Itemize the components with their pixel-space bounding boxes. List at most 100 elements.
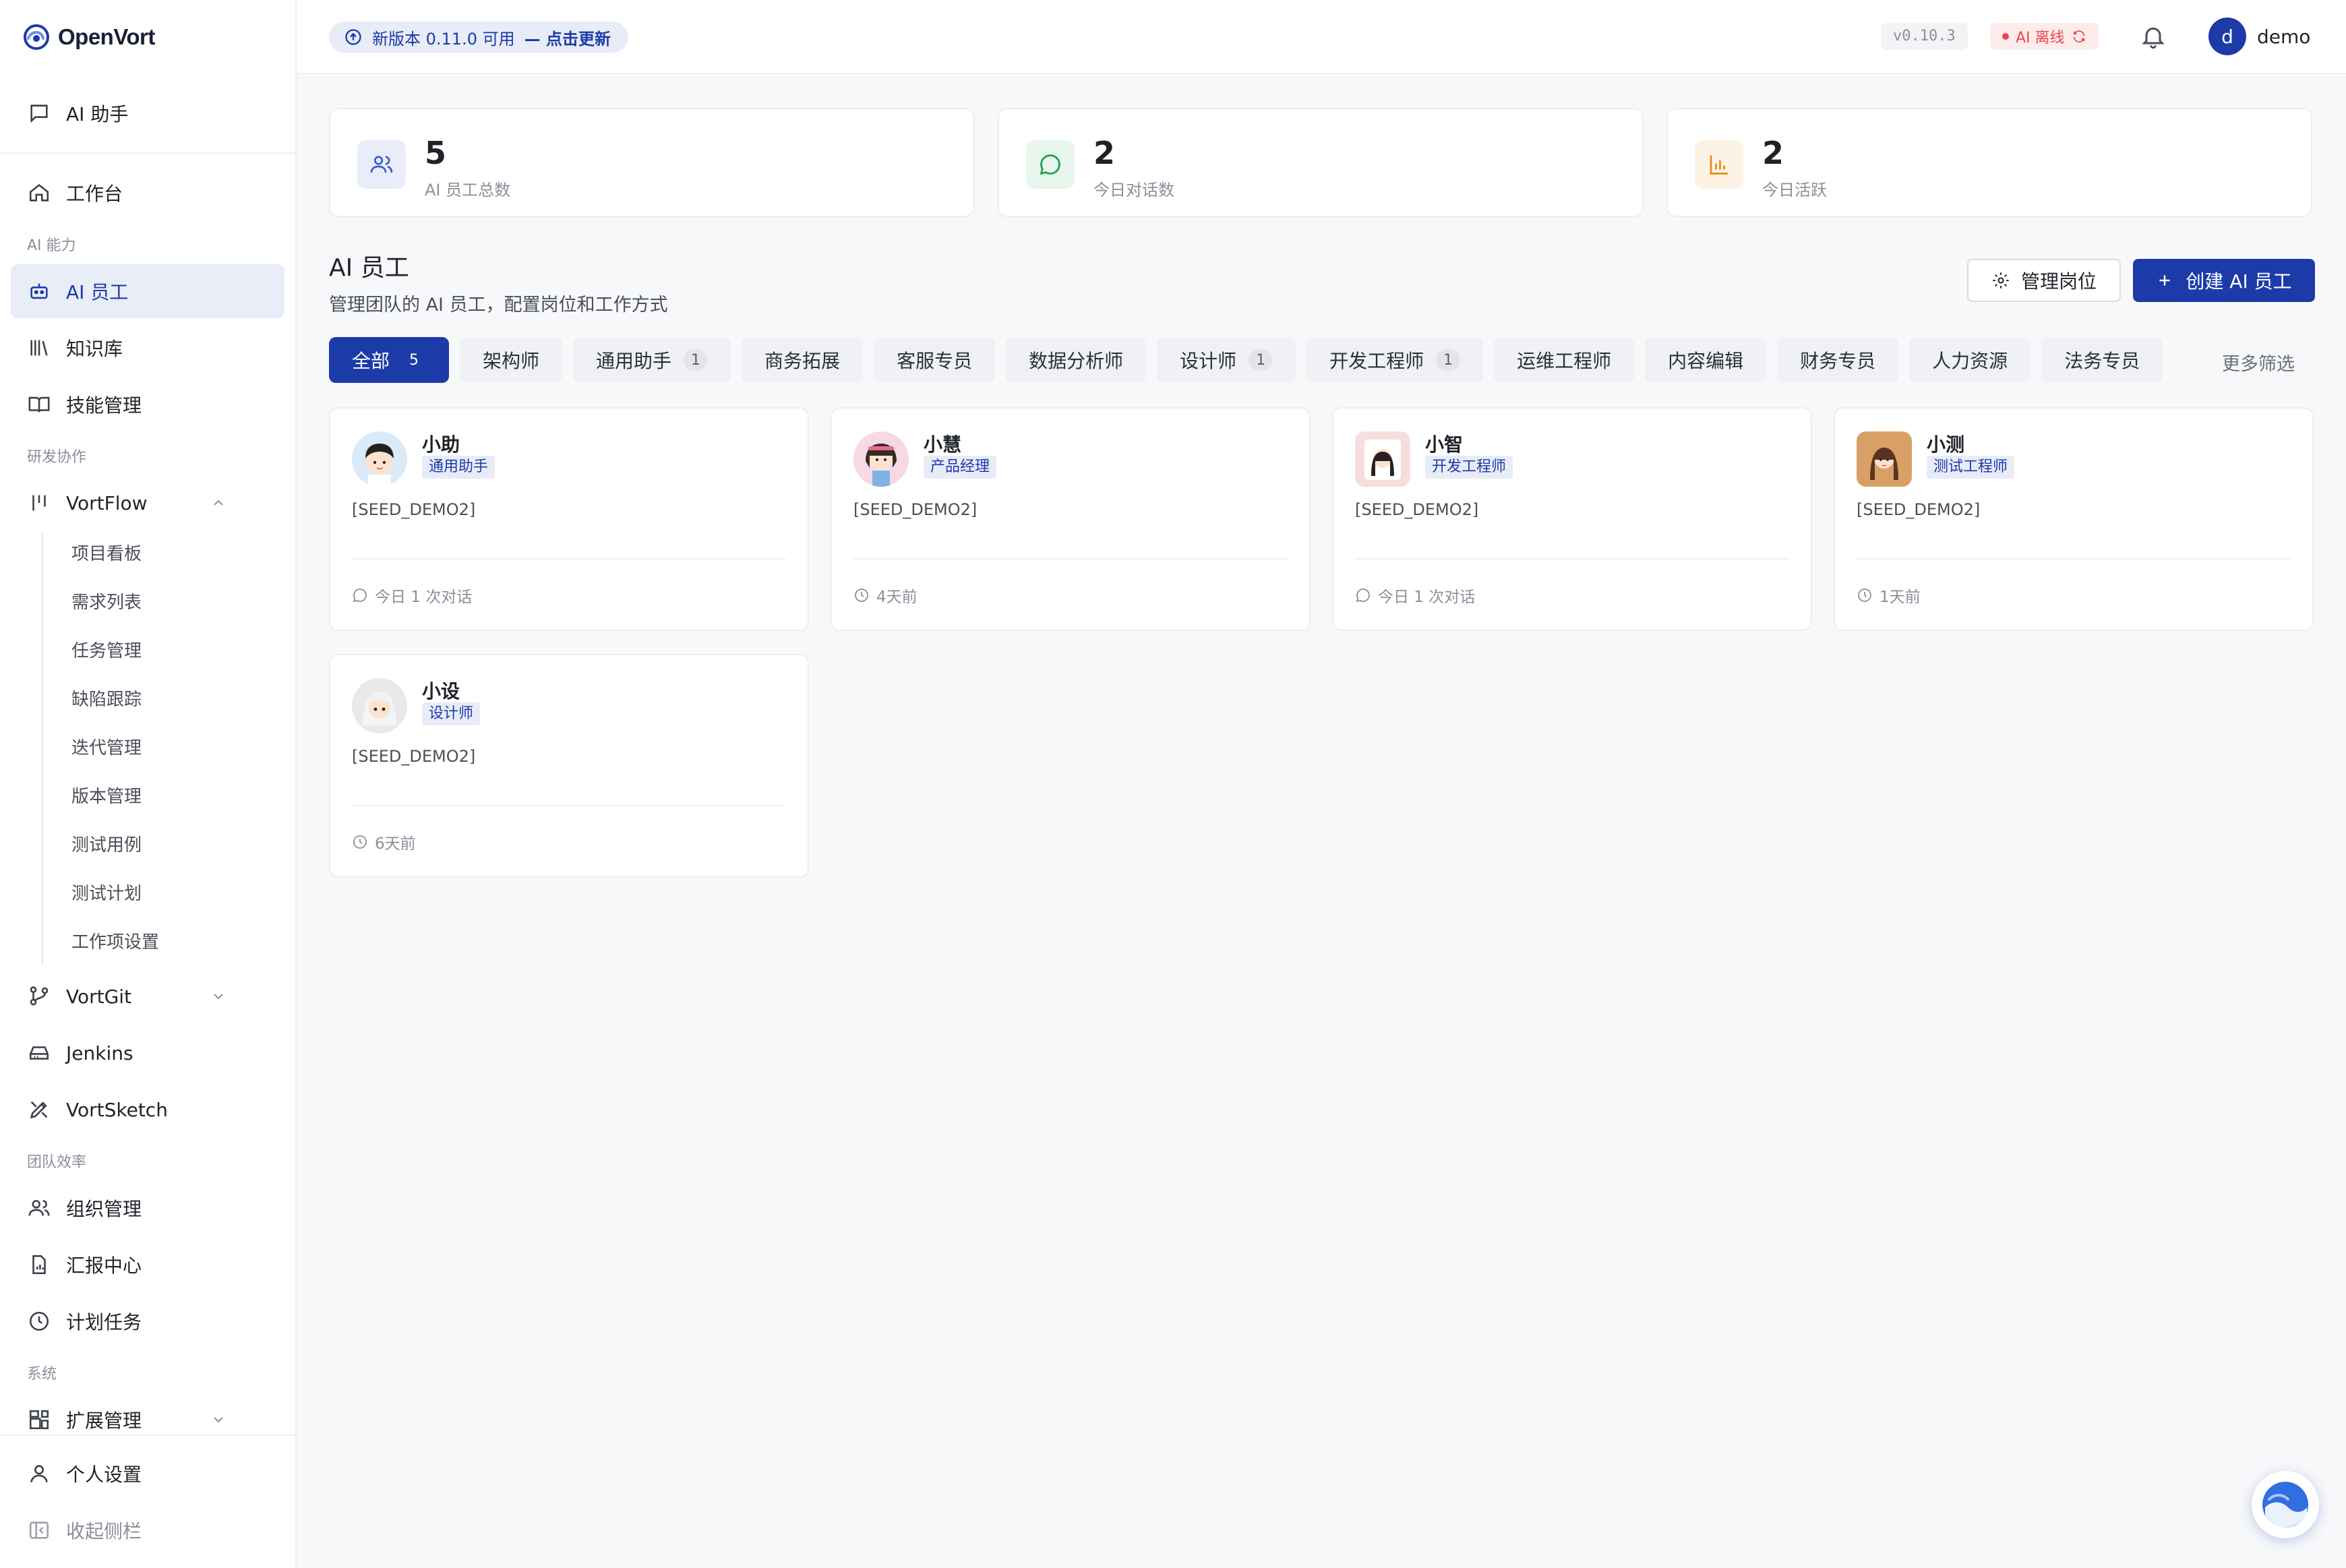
openvort-logo-icon [24, 24, 49, 50]
chip-label: 设计师 [1180, 350, 1237, 372]
employee-description: [SEED_DEMO2] [1355, 500, 1479, 519]
sidebar-item-ai-employees[interactable]: AI 员工 [11, 264, 284, 318]
group-label-ai: AI 能力 [27, 237, 76, 254]
panel-left-close-icon [27, 1518, 51, 1542]
chip-count: 1 [1436, 349, 1461, 371]
sidebar: OpenVort AI 助手 工作台 AI 能力 AI 员工 知识库 技能管理 … [0, 0, 297, 1568]
filter-chip-legal[interactable]: 法务专员 [2041, 337, 2163, 383]
employee-activity: 1天前 [1857, 584, 1921, 607]
employee-activity: 6天前 [352, 831, 416, 853]
update-link[interactable]: — 点击更新 [524, 26, 611, 49]
home-icon [27, 181, 51, 205]
button-label: 创建 AI 员工 [2186, 270, 2292, 293]
filter-chip-all[interactable]: 全部 5 [329, 337, 450, 383]
chevron-up-icon[interactable] [210, 495, 227, 511]
sidebar-subitem-test-plans[interactable]: 测试计划 [71, 880, 142, 907]
sidebar-item-ai-assistant[interactable]: AI 助手 [11, 86, 284, 140]
sidebar-item-skills[interactable]: 技能管理 [11, 378, 284, 431]
ai-status-text: AI 离线 [2016, 30, 2065, 47]
employee-card[interactable]: 小设 设计师 [SEED_DEMO2] 6天前 [329, 654, 809, 878]
filter-chip-editor[interactable]: 内容编辑 [1645, 337, 1767, 383]
brand[interactable]: OpenVort [23, 20, 155, 54]
employee-description: [SEED_DEMO2] [853, 500, 977, 519]
chevron-down-icon[interactable] [210, 1412, 227, 1428]
filter-chip-hr[interactable]: 人力资源 [1909, 337, 2031, 383]
sidebar-subitem-board[interactable]: 项目看板 [71, 541, 142, 568]
sidebar-item-vortsketch[interactable]: VortSketch [11, 1083, 284, 1137]
employee-card[interactable]: 小慧 产品经理 [SEED_DEMO2] 4天前 [831, 407, 1311, 631]
filter-chip-business[interactable]: 商务拓展 [742, 337, 864, 383]
sidebar-subitem-test-cases[interactable]: 测试用例 [71, 832, 142, 859]
sidebar-item-knowledge[interactable]: 知识库 [11, 321, 284, 375]
plus-icon [2159, 275, 2170, 286]
employee-card[interactable]: 小助 通用助手 [SEED_DEMO2] 今日 1 次对话 [329, 407, 809, 631]
sidebar-item-label: 知识库 [66, 338, 123, 360]
clock-icon [27, 1309, 51, 1333]
manage-positions-button[interactable]: 管理岗位 [1967, 259, 2121, 302]
divider [352, 805, 786, 806]
chat-icon [353, 589, 367, 603]
users-icon [27, 1196, 51, 1220]
sidebar-subitem-versions[interactable]: 版本管理 [71, 783, 142, 810]
sidebar-subitem-iterations[interactable]: 迭代管理 [71, 735, 142, 762]
refresh-icon[interactable] [2072, 29, 2086, 44]
employee-activity: 4天前 [853, 584, 918, 607]
update-banner[interactable]: 新版本 0.11.0 可用 — 点击更新 [329, 22, 628, 53]
sidebar-item-jenkins[interactable]: Jenkins [11, 1026, 284, 1080]
stat-value: 2 [1093, 135, 1116, 171]
sidebar-item-org[interactable]: 组织管理 [11, 1181, 284, 1235]
chip-label: 内容编辑 [1668, 350, 1744, 372]
sidebar-item-label: VortSketch [66, 1098, 168, 1121]
user-menu[interactable]: d demo [2208, 18, 2310, 55]
divider [1355, 558, 1789, 560]
filter-chip-data-analyst[interactable]: 数据分析师 [1006, 337, 1147, 383]
filter-chip-architect[interactable]: 架构师 [460, 337, 563, 383]
sidebar-subitem-workitem-settings[interactable]: 工作项设置 [71, 929, 159, 956]
sidebar-item-label: AI 助手 [66, 103, 129, 125]
activity-text: 4天前 [876, 589, 918, 606]
filter-chip-developer[interactable]: 开发工程师 1 [1306, 337, 1484, 383]
sidebar-subitem-bugs[interactable]: 缺陷跟踪 [71, 686, 142, 713]
sidebar-item-label: AI 员工 [66, 281, 129, 303]
divider [352, 558, 786, 560]
role-badge: 通用助手 [422, 456, 495, 479]
chip-label: 运维工程师 [1517, 350, 1612, 372]
more-filters-link[interactable]: 更多筛选 [2222, 349, 2295, 375]
filter-chip-general-assistant[interactable]: 通用助手 1 [573, 337, 731, 383]
stat-card-total: 5 AI 员工总数 [329, 108, 975, 217]
sidebar-item-label: Jenkins [66, 1042, 133, 1064]
employee-name: 小助 [422, 433, 460, 456]
sidebar-item-reports[interactable]: 汇报中心 [11, 1238, 284, 1292]
employee-card[interactable]: 小测 测试工程师 [SEED_DEMO2] 1天前 [1834, 407, 2314, 631]
sidebar-subitem-requirements[interactable]: 需求列表 [71, 589, 142, 616]
brand-name: OpenVort [58, 24, 155, 49]
sidebar-collapse-button[interactable]: 收起侧栏 [11, 1503, 284, 1557]
employee-card[interactable]: 小智 开发工程师 [SEED_DEMO2] 今日 1 次对话 [1332, 407, 1812, 631]
filter-chip-designer[interactable]: 设计师 1 [1157, 337, 1296, 383]
filter-chip-devops[interactable]: 运维工程师 [1494, 337, 1635, 383]
divider [1857, 558, 2291, 560]
employee-description: [SEED_DEMO2] [352, 500, 476, 519]
sidebar-item-vortgit[interactable]: VortGit [11, 969, 284, 1023]
chat-icon [1026, 140, 1075, 189]
ai-status-badge[interactable]: AI 离线 [1990, 23, 2099, 50]
floating-assistant-button[interactable] [2252, 1471, 2319, 1538]
bell-icon[interactable] [2140, 23, 2167, 50]
sidebar-item-extensions[interactable]: 扩展管理 [11, 1393, 284, 1447]
sidebar-item-personal[interactable]: 个人设置 [11, 1447, 284, 1501]
filter-chip-support[interactable]: 客服专员 [874, 337, 996, 383]
activity-text: 1天前 [1879, 589, 1921, 606]
sidebar-item-label: 收起侧栏 [66, 1520, 142, 1542]
filter-chip-finance[interactable]: 财务专员 [1777, 337, 1899, 383]
chip-label: 财务专员 [1800, 350, 1876, 372]
library-icon [27, 336, 51, 360]
chevron-down-icon[interactable] [210, 988, 227, 1004]
git-branch-icon [27, 984, 51, 1008]
employee-description: [SEED_DEMO2] [1857, 500, 1981, 519]
sidebar-item-scheduled[interactable]: 计划任务 [11, 1294, 284, 1348]
sidebar-item-vortflow[interactable]: VortFlow [11, 476, 284, 530]
clock-icon [855, 589, 868, 602]
sidebar-item-workbench[interactable]: 工作台 [11, 166, 284, 220]
create-ai-employee-button[interactable]: 创建 AI 员工 [2133, 259, 2315, 302]
sidebar-subitem-tasks[interactable]: 任务管理 [71, 638, 142, 665]
